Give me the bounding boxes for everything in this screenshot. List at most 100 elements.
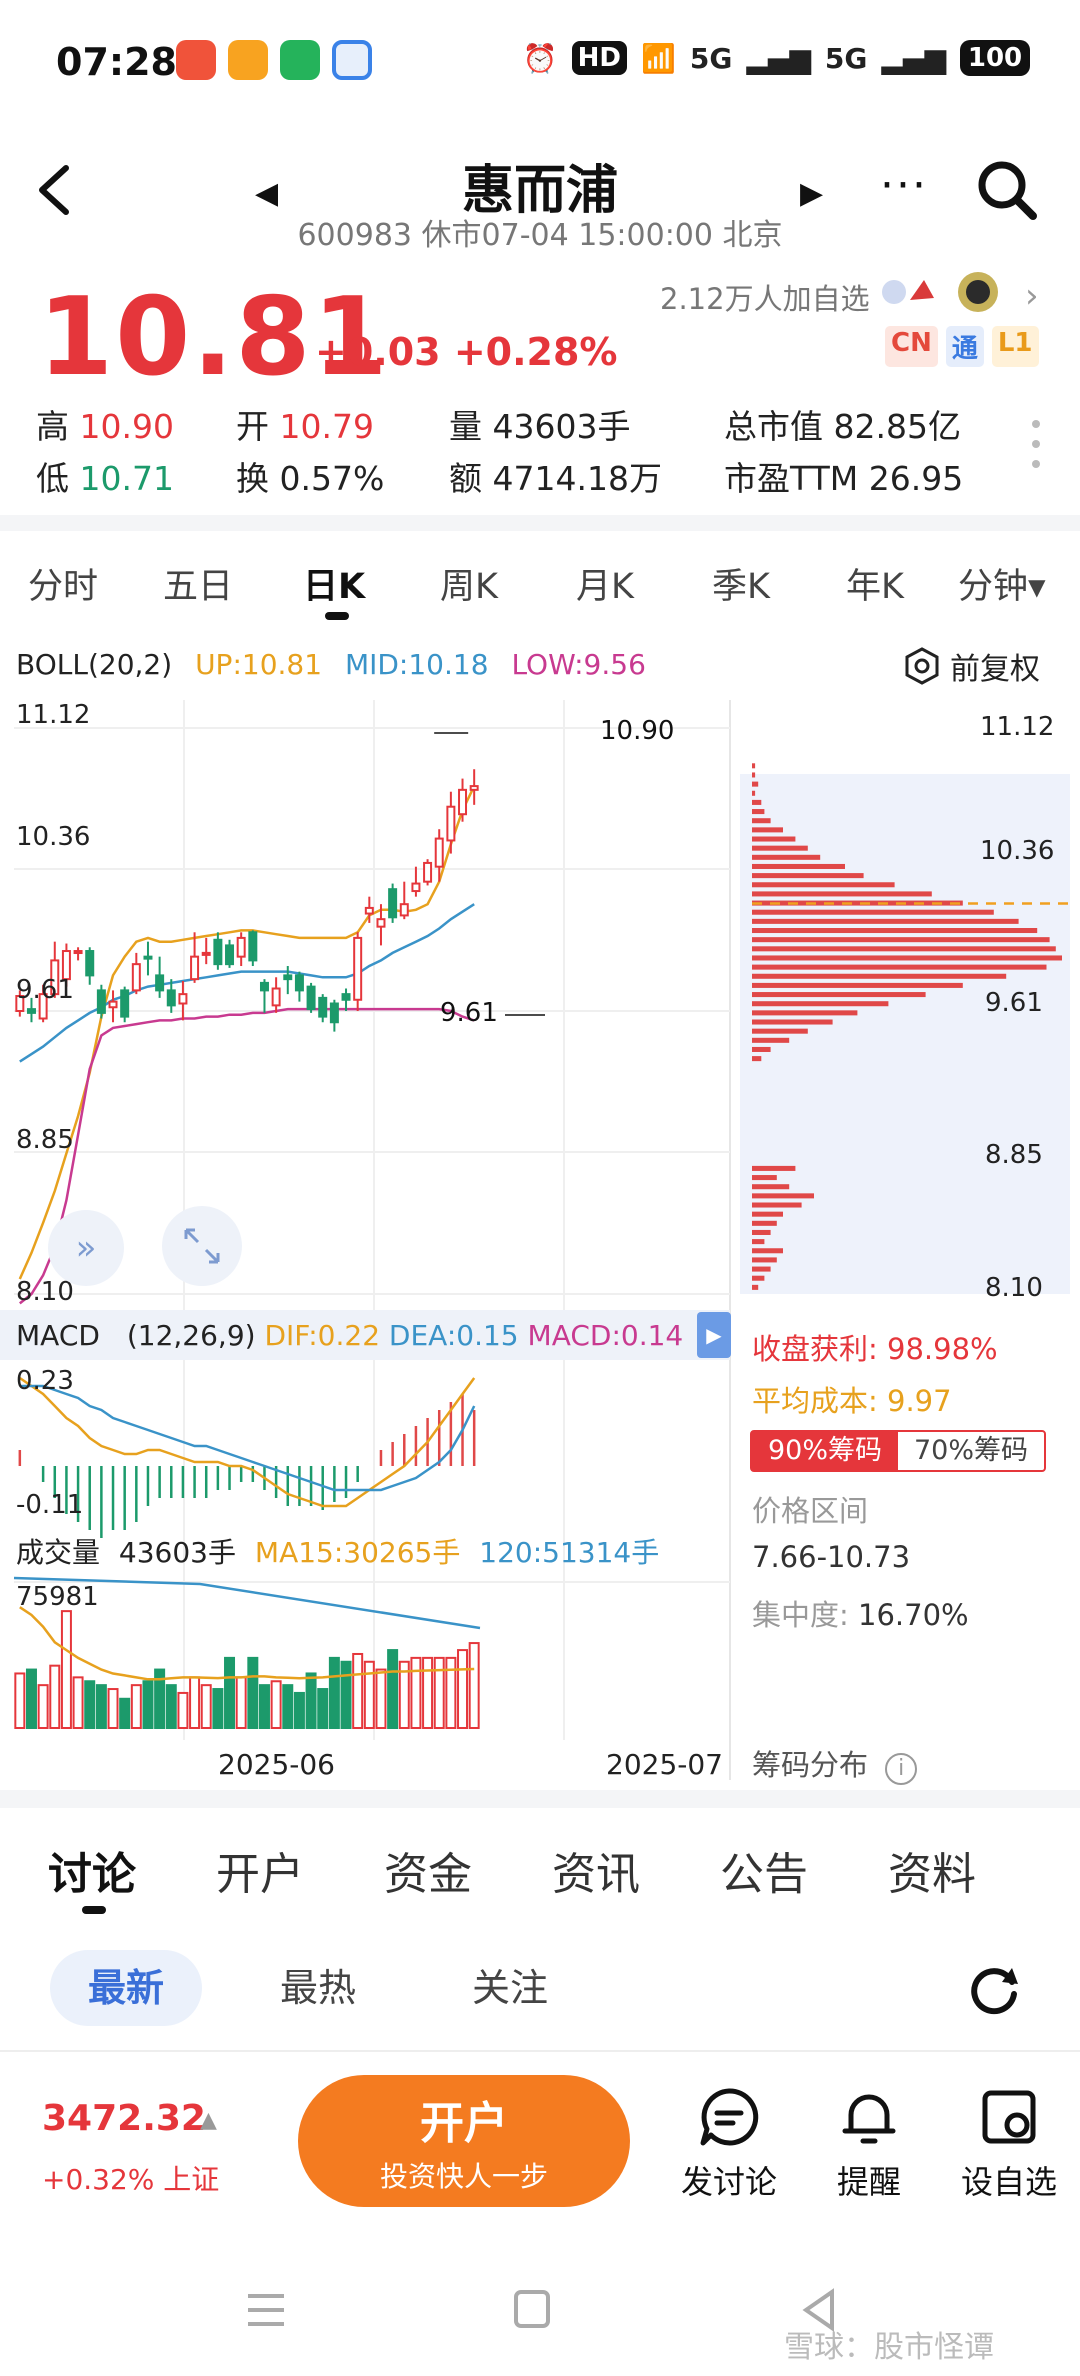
tab-funds[interactable]: 资金 <box>384 1838 472 1902</box>
fullscreen-icon[interactable] <box>162 1206 242 1286</box>
adjust-label: 前复权 <box>950 652 1040 687</box>
volume-bar <box>422 1656 434 1729</box>
stat-high-value: 10.90 <box>79 407 174 446</box>
chip-bar <box>752 845 808 851</box>
stat-open-label: 开 <box>236 407 269 446</box>
chip-bar <box>752 1220 777 1226</box>
more-stats-icon[interactable] <box>1032 420 1042 480</box>
tab-minute[interactable]: 分钟▾ <box>958 558 1046 609</box>
tab-daily[interactable]: 日K <box>303 558 365 609</box>
tab-quarterly[interactable]: 季K <box>712 558 770 609</box>
post-discussion-label: 发讨论 <box>680 2163 777 2201</box>
chip-bar <box>752 1193 814 1199</box>
volume-ma120: 120:51314手 <box>479 1536 660 1569</box>
chip-bar <box>752 955 1062 961</box>
candle-body <box>190 955 200 981</box>
adjust-button[interactable]: 前复权 <box>902 644 1040 688</box>
chip-bar <box>752 1284 759 1290</box>
filter-hot[interactable]: 最热 <box>242 1950 394 2026</box>
alert-button[interactable]: 提醒 <box>814 2085 924 2203</box>
tab-monthly[interactable]: 月K <box>576 558 634 609</box>
tab-5day[interactable]: 五日 <box>163 558 233 609</box>
y-label-main-0: 11.12 <box>16 700 91 730</box>
more-icon[interactable]: ··· <box>880 160 928 211</box>
chip-dist[interactable]: 筹码分布 i <box>752 1742 918 1785</box>
macd-legend[interactable]: MACD (12,26,9) DIF:0.22 DEA:0.15 MACD:0.… <box>0 1310 730 1360</box>
volume-bar <box>224 1656 236 1729</box>
volume-bar <box>293 1691 305 1729</box>
volume-bar <box>468 1642 480 1729</box>
chevron-right-icon[interactable]: › <box>1025 276 1039 316</box>
volume-bar <box>142 1680 154 1729</box>
boll-legend[interactable]: BOLL(20,2) UP:10.81 MID:10.18 LOW:9.56 <box>16 648 660 681</box>
candle-body <box>353 936 363 1001</box>
signal-icon-2: ▂▄▆ <box>881 41 946 75</box>
stat-amount-value: 4714.18万 <box>492 459 662 498</box>
stat-pe: 市盈TTM 26.95 <box>724 452 963 500</box>
home-nav-icon[interactable] <box>514 2290 550 2328</box>
dif-line <box>19 1376 476 1508</box>
bell-icon <box>842 2094 896 2144</box>
macd-params: (12,26,9) <box>126 1319 256 1352</box>
open-account-button[interactable]: 开户 投资快人一步 <box>298 2075 630 2207</box>
tab-news[interactable]: 资讯 <box>552 1838 640 1902</box>
candle-body <box>236 936 246 958</box>
chip-70-tab[interactable]: 70%筹码 <box>898 1432 1044 1470</box>
open-account-subtitle: 投资快人一步 <box>379 2160 548 2193</box>
tab-discussion[interactable]: 讨论 <box>48 1838 136 1902</box>
expand-left-icon[interactable]: » <box>48 1210 124 1286</box>
tab-yearly[interactable]: 年K <box>846 558 904 609</box>
volume-bar <box>433 1656 445 1729</box>
chip-90-tab[interactable]: 90%筹码 <box>752 1432 898 1470</box>
holder-logos[interactable] <box>880 270 1000 314</box>
tab-open-account[interactable]: 开户 <box>216 1838 304 1902</box>
add-watchlist-button[interactable]: 设自选 <box>954 2085 1064 2203</box>
index-change[interactable]: +0.32% 上证 <box>42 2158 219 2198</box>
tab-profile[interactable]: 资料 <box>888 1838 976 1902</box>
chip-bar <box>752 863 845 869</box>
switch-indicator-icon[interactable]: ▶ <box>697 1312 731 1358</box>
candle-body <box>446 805 456 842</box>
filter-latest[interactable]: 最新 <box>50 1950 202 2026</box>
search-icon[interactable] <box>975 158 1039 222</box>
post-discussion-button[interactable]: 发讨论 <box>674 2085 784 2203</box>
max-price-label: 10.90 <box>600 716 675 746</box>
candle-body <box>329 1002 339 1024</box>
index-value[interactable]: 3472.32 <box>42 2098 206 2139</box>
volume-legend[interactable]: 成交量 43603手 MA15:30265手 120:51314手 <box>16 1531 669 1571</box>
status-time: 07:28 <box>56 40 177 84</box>
candle-body <box>85 950 95 977</box>
chip-bar <box>752 790 756 796</box>
chip-bar <box>752 799 762 805</box>
chip-bar <box>752 836 796 842</box>
stat-high: 高 10.90 <box>36 400 174 448</box>
volume-bar <box>14 1672 26 1730</box>
chip-bar <box>752 900 963 906</box>
stat-open-value: 10.79 <box>279 407 374 446</box>
candle-body <box>411 882 421 893</box>
chip-bar <box>752 973 1007 979</box>
macd-name: MACD <box>16 1319 100 1352</box>
refresh-icon[interactable] <box>964 1960 1024 2020</box>
volume-current: 43603手 <box>118 1536 236 1569</box>
tab-weekly[interactable]: 周K <box>440 558 498 609</box>
chip-bar <box>752 1056 762 1062</box>
filter-following[interactable]: 关注 <box>434 1950 586 2026</box>
volume-bar <box>165 1684 177 1730</box>
period-tabs: 分时 五日 日K 周K 月K 季K 年K 分钟▾ <box>0 548 1080 620</box>
info-icon[interactable]: i <box>885 1753 918 1785</box>
volume-bar <box>340 1660 352 1730</box>
volume-bar <box>363 1660 375 1730</box>
volume-bar <box>258 1684 270 1730</box>
tab-announcements[interactable]: 公告 <box>720 1838 808 1902</box>
divider-3 <box>0 2050 1080 2052</box>
next-stock-icon[interactable]: ▶ <box>800 176 823 211</box>
chip-bar <box>752 937 1050 943</box>
volume-bar <box>177 1691 189 1729</box>
tab-intraday[interactable]: 分时 <box>28 558 98 609</box>
chip-dist-label: 筹码分布 <box>752 1748 869 1782</box>
volume-bar <box>37 1684 49 1730</box>
menu-nav-icon[interactable] <box>248 2294 284 2326</box>
chip-profit-value: 98.98% <box>887 1332 998 1366</box>
chip-avg-label: 平均成本: <box>752 1384 878 1418</box>
